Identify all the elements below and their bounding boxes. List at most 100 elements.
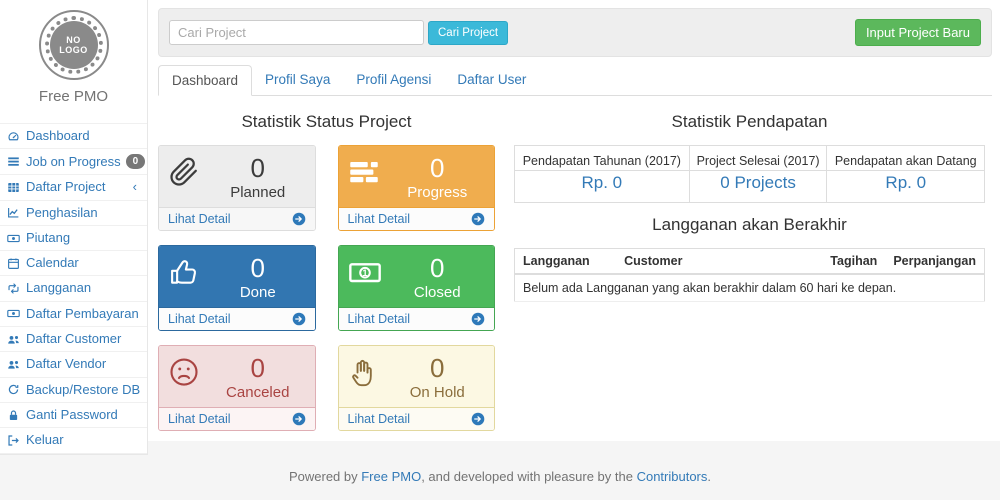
app-window: NO LOGO Free PMO Dashboard Job on Progre… — [0, 0, 1000, 455]
arrow-circle-right-icon[interactable] — [471, 212, 485, 226]
status-card-closed: 1 0 Closed Lihat Detail — [338, 245, 496, 331]
sidebar-item-label: Ganti Password — [26, 408, 141, 422]
sidebar-item-label: Daftar Project — [26, 180, 128, 194]
sidebar-item-label: Piutang — [26, 231, 141, 245]
on-hold-label: On Hold — [391, 384, 485, 402]
arrow-circle-right-icon[interactable] — [292, 312, 306, 326]
income-section-title: Statistik Pendapatan — [514, 112, 985, 132]
sidebar-item-label: Backup/Restore DB — [26, 383, 141, 397]
sidebar-item-keluar[interactable]: Keluar — [0, 428, 147, 452]
statistics-section: Statistik Pendapatan Pendapatan Tahunan … — [514, 100, 985, 431]
subs-col-customer: Customer — [616, 249, 820, 275]
money-icon — [7, 232, 21, 245]
sidebar-item-ganti-password[interactable]: Ganti Password — [0, 403, 147, 427]
search-button[interactable]: Cari Project — [428, 21, 508, 45]
closed-count: 0 — [391, 254, 485, 284]
planned-label: Planned — [211, 184, 305, 202]
subscription-table: Langganan Customer Tagihan Perpanjangan … — [514, 248, 985, 302]
footer-text: , and developed with pleasure by the — [421, 469, 636, 484]
page-footer: Powered by Free PMO, and developed with … — [0, 455, 1000, 500]
sidebar-item-label: Job on Progress — [26, 155, 121, 169]
sidebar-item-label: Dashboard — [26, 129, 141, 143]
income-col-header: Project Selesai (2017) — [689, 146, 827, 171]
search-input[interactable] — [169, 20, 424, 45]
done-label: Done — [211, 284, 305, 302]
sidebar-menu: Dashboard Job on Progress 0 Daftar Proje… — [0, 123, 147, 454]
closed-lihat-detail-link[interactable]: Lihat Detail — [348, 312, 486, 326]
status-card-done: 0 Done Lihat Detail — [158, 245, 316, 331]
tab-profil-saya[interactable]: Profil Saya — [252, 65, 343, 96]
income-col-header: Pendapatan Tahunan (2017) — [515, 146, 690, 171]
sidebar-item-label: Keluar — [26, 433, 141, 447]
sidebar: NO LOGO Free PMO Dashboard Job on Progre… — [0, 0, 148, 455]
done-lihat-detail-link[interactable]: Lihat Detail — [168, 312, 306, 326]
status-card-canceled: 0 Canceled Lihat Detail — [158, 345, 316, 431]
sidebar-item-label: Daftar Customer — [26, 332, 141, 346]
on-hold-lihat-detail-link[interactable]: Lihat Detail — [348, 412, 486, 426]
table-icon — [7, 181, 21, 194]
sidebar-item-langganan[interactable]: Langganan — [0, 276, 147, 300]
income-col-value: 0 Projects — [689, 171, 827, 203]
sidebar-item-daftar-pembayaran[interactable]: Daftar Pembayaran — [0, 302, 147, 326]
tab-dashboard[interactable]: Dashboard — [158, 65, 252, 96]
income-table: Pendapatan Tahunan (2017) Project Selesa… — [514, 145, 985, 203]
sidebar-item-calendar[interactable]: Calendar — [0, 251, 147, 275]
progress-label: Progress — [391, 184, 485, 202]
income-col-value: Rp. 0 — [827, 171, 985, 203]
tab-daftar-user[interactable]: Daftar User — [444, 65, 539, 96]
footer-text: . — [707, 469, 711, 484]
main-content: Cari Project Input Project Baru Dashboar… — [148, 0, 1000, 441]
tab-profil-agensi[interactable]: Profil Agensi — [343, 65, 444, 96]
logo-text-line2: LOGO — [59, 45, 88, 55]
input-project-baru-button[interactable]: Input Project Baru — [855, 19, 981, 46]
arrow-circle-right-icon[interactable] — [471, 412, 485, 426]
canceled-lihat-detail-link[interactable]: Lihat Detail — [168, 412, 306, 426]
sidebar-item-label: Langganan — [26, 281, 141, 295]
calendar-icon — [7, 257, 21, 270]
users-icon — [7, 358, 21, 371]
app-name: Free PMO — [0, 88, 147, 105]
status-section-title: Statistik Status Project — [158, 112, 495, 132]
done-count: 0 — [211, 254, 305, 284]
sidebar-item-penghasilan[interactable]: Penghasilan — [0, 201, 147, 225]
sidebar-item-job-on-progress[interactable]: Job on Progress 0 — [0, 149, 147, 174]
status-section: Statistik Status Project 0 Planned — [158, 100, 495, 431]
sidebar-item-piutang[interactable]: Piutang — [0, 226, 147, 250]
refresh-icon — [7, 383, 21, 396]
planned-lihat-detail-link[interactable]: Lihat Detail — [168, 212, 306, 226]
tasks-icon — [349, 154, 391, 202]
sidebar-item-daftar-customer[interactable]: Daftar Customer — [0, 327, 147, 351]
planned-count: 0 — [211, 154, 305, 184]
brand-logo: NO LOGO Free PMO — [0, 0, 147, 113]
contributors-link[interactable]: Contributors — [637, 469, 708, 484]
no-logo-seal-icon: NO LOGO — [39, 10, 109, 80]
canceled-label: Canceled — [211, 384, 305, 402]
thumbs-up-icon — [169, 254, 211, 302]
footer-text: Powered by — [289, 469, 361, 484]
income-col-value: Rp. 0 — [515, 171, 690, 203]
sidebar-item-label: Calendar — [26, 256, 141, 270]
arrow-circle-right-icon[interactable] — [292, 412, 306, 426]
progress-lihat-detail-link[interactable]: Lihat Detail — [348, 212, 486, 226]
svg-text:1: 1 — [362, 268, 367, 278]
sidebar-item-dashboard[interactable]: Dashboard — [0, 124, 147, 148]
sidebar-item-daftar-vendor[interactable]: Daftar Vendor — [0, 352, 147, 376]
sidebar-item-label: Penghasilan — [26, 206, 141, 220]
subscription-section-title: Langganan akan Berakhir — [514, 215, 985, 235]
search-toolbar: Cari Project Input Project Baru — [158, 8, 992, 57]
list-icon — [7, 155, 21, 168]
free-pmo-link[interactable]: Free PMO — [361, 469, 421, 484]
logo-text-line1: NO — [66, 35, 81, 45]
subs-col-tagihan: Tagihan — [820, 249, 886, 275]
line-chart-icon — [7, 206, 21, 219]
hand-icon — [349, 354, 391, 402]
dashboard-icon — [7, 130, 21, 143]
arrow-circle-right-icon[interactable] — [292, 212, 306, 226]
sidebar-item-label: Daftar Vendor — [26, 357, 141, 371]
arrow-circle-right-icon[interactable] — [471, 312, 485, 326]
frown-icon — [169, 354, 211, 402]
users-icon — [7, 333, 21, 346]
sidebar-item-backup-restore-db[interactable]: Backup/Restore DB — [0, 378, 147, 402]
sidebar-item-daftar-project[interactable]: Daftar Project ‹ — [0, 175, 147, 199]
chevron-left-icon[interactable]: ‹ — [133, 180, 141, 194]
